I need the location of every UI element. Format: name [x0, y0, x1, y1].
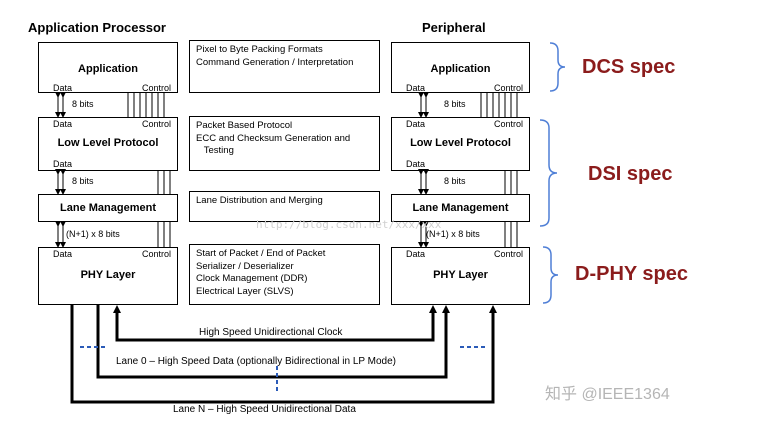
left-data-bus-2: [55, 169, 66, 195]
dsi-bracket: [539, 119, 558, 227]
left-control-lines-1: [127, 93, 165, 117]
more-lanes-dashes: [80, 346, 488, 392]
right-data-bus-1: [418, 92, 429, 118]
left-data-bus-3: [55, 221, 66, 248]
lane0-line-label: Lane 0 – High Speed Data (optionally Bid…: [116, 356, 396, 367]
csdn-watermark: http://blog.csdn.net/xxx/xxx: [256, 218, 442, 231]
clock-line-label: High Speed Unidirectional Clock: [199, 327, 343, 338]
laneN-line: [70, 305, 497, 404]
dcs-spec-label: DCS spec: [582, 56, 676, 78]
zhihu-watermark: 知乎 @IEEE1364: [545, 386, 670, 403]
laneN-line-label: Lane N – High Speed Unidirectional Data: [173, 404, 356, 415]
right-control-lines-1: [480, 93, 518, 117]
dcs-bracket: [549, 42, 566, 92]
dsi-spec-label: DSI spec: [588, 163, 673, 185]
dphy-bracket: [542, 246, 559, 304]
left-data-bus-1: [55, 92, 66, 118]
right-control-lines-2: [504, 171, 518, 247]
dphy-spec-label: D-PHY spec: [575, 263, 689, 285]
left-control-lines-2: [157, 171, 171, 247]
right-data-bus-2: [418, 169, 429, 195]
